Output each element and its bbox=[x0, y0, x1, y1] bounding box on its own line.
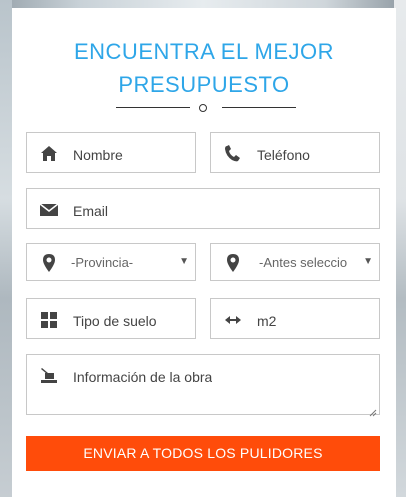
name-placeholder: Nombre bbox=[73, 147, 123, 163]
background-photo-left bbox=[0, 0, 12, 497]
map-marker-icon bbox=[39, 253, 59, 273]
map-marker-icon bbox=[223, 253, 243, 273]
envelope-icon bbox=[39, 200, 59, 220]
home-icon bbox=[39, 144, 59, 164]
building-icon bbox=[39, 365, 59, 385]
phone-placeholder: Teléfono bbox=[257, 147, 310, 163]
email-placeholder: Email bbox=[73, 203, 109, 219]
chevron-down-icon: ▼ bbox=[179, 256, 189, 267]
province-select[interactable]: -Provincia- ▼ bbox=[26, 243, 196, 281]
form-title-line2: PRESUPUESTO bbox=[118, 72, 290, 97]
email-field[interactable]: Email bbox=[26, 188, 380, 229]
area-m2-placeholder: m2 bbox=[257, 313, 277, 329]
form-title-line1: ENCUENTRA EL MEJOR bbox=[73, 39, 334, 64]
locality-select[interactable]: -Antes seleccio ▼ bbox=[210, 243, 380, 281]
phone-icon bbox=[223, 144, 243, 164]
project-info-placeholder: Información de la obra bbox=[73, 369, 213, 385]
quote-form-card: ENCUENTRA EL MEJOR PRESUPUESTO Nombre Te… bbox=[12, 8, 396, 497]
title-divider-left bbox=[116, 107, 190, 108]
chevron-down-icon: ▼ bbox=[363, 256, 373, 267]
province-selected-value: -Provincia- bbox=[71, 255, 134, 270]
submit-button[interactable]: ENVIAR A TODOS LOS PULIDORES bbox=[26, 436, 380, 471]
title-divider-circle bbox=[199, 104, 207, 112]
resize-handle-icon[interactable] bbox=[369, 404, 377, 417]
title-divider-right bbox=[222, 107, 296, 108]
locality-selected-value: -Antes seleccio bbox=[259, 255, 348, 270]
name-field[interactable]: Nombre bbox=[26, 132, 196, 173]
grid-icon bbox=[39, 310, 59, 330]
arrows-horizontal-icon bbox=[223, 310, 243, 330]
project-info-textarea[interactable]: Información de la obra bbox=[26, 354, 380, 417]
floor-type-field[interactable]: Tipo de suelo bbox=[26, 298, 196, 339]
floor-type-placeholder: Tipo de suelo bbox=[73, 313, 157, 329]
area-m2-field[interactable]: m2 bbox=[210, 298, 380, 339]
phone-field[interactable]: Teléfono bbox=[210, 132, 380, 173]
